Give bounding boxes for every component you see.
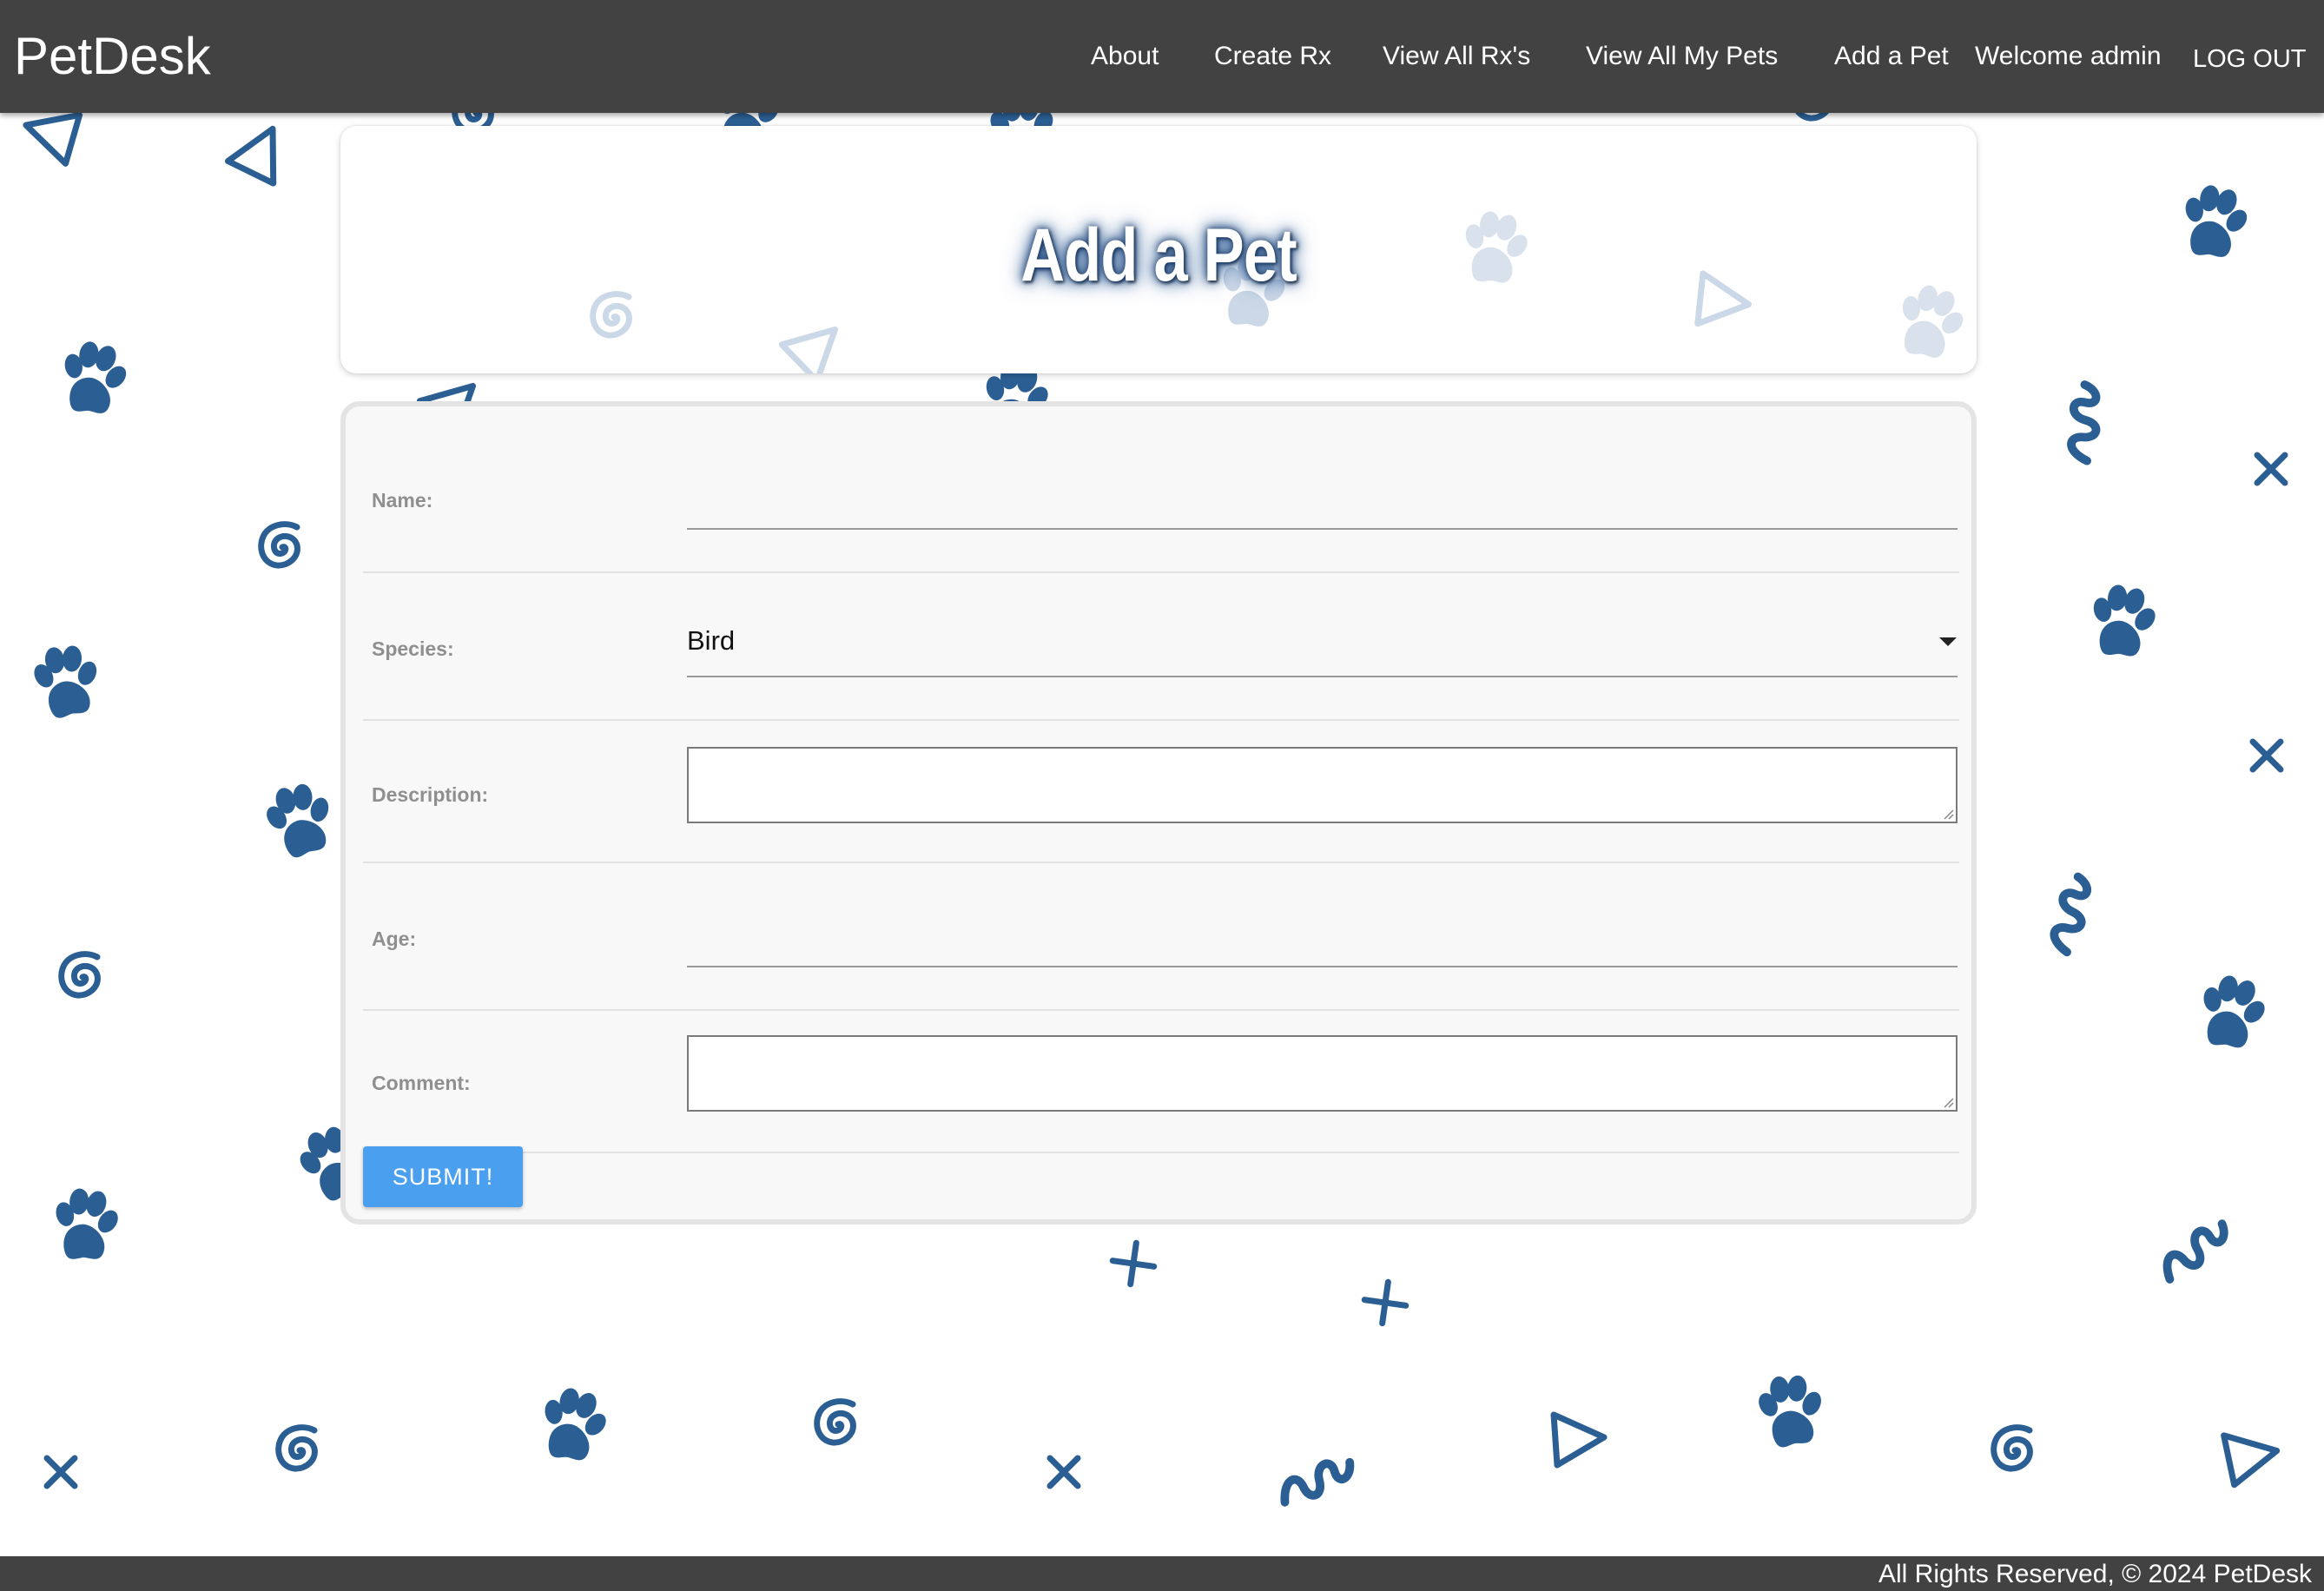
triangle-icon bbox=[779, 313, 848, 373]
x-icon bbox=[2249, 443, 2293, 495]
age-input[interactable] bbox=[687, 933, 1958, 967]
squiggle-icon bbox=[2149, 1207, 2236, 1285]
footer-copyright: All Rights Reserved, © 2024 PetDesk bbox=[1878, 1560, 2312, 1588]
species-row: Species: Bird bbox=[363, 573, 1959, 721]
paw-icon bbox=[532, 1382, 616, 1467]
comment-label: Comment: bbox=[372, 1072, 471, 1094]
logout-button[interactable]: LOG OUT bbox=[2193, 45, 2307, 74]
x-icon bbox=[39, 1446, 83, 1498]
description-textarea[interactable] bbox=[687, 747, 1958, 823]
page-title: Add a Pet bbox=[1020, 214, 1297, 297]
paw-icon bbox=[54, 336, 135, 419]
species-underline bbox=[687, 676, 1958, 677]
spiral-icon bbox=[248, 512, 317, 582]
squiggle-icon bbox=[2050, 373, 2110, 469]
x-icon bbox=[2245, 729, 2288, 782]
plus-icon bbox=[1359, 1277, 1411, 1329]
plus-icon bbox=[1107, 1238, 1159, 1290]
name-input[interactable] bbox=[687, 493, 1958, 528]
squiggle-icon bbox=[2037, 864, 2097, 960]
description-label: Description: bbox=[372, 783, 489, 806]
triangle-icon bbox=[224, 118, 294, 188]
x-icon bbox=[1042, 1446, 1086, 1498]
spiral-icon bbox=[48, 942, 117, 1012]
comment-textarea[interactable] bbox=[687, 1035, 1958, 1112]
caret-down-icon bbox=[1939, 637, 1957, 646]
paw-icon bbox=[2191, 969, 2274, 1054]
triangle-icon bbox=[2210, 1416, 2288, 1494]
resize-grip-icon[interactable] bbox=[1942, 1096, 1954, 1108]
nav-link-add-pet[interactable]: Add a Pet bbox=[1834, 42, 1949, 71]
species-select[interactable]: Bird bbox=[363, 608, 1959, 677]
spiral-icon bbox=[265, 1416, 334, 1485]
add-pet-form: Name: Species: Bird Description: Age: Co… bbox=[340, 401, 1977, 1225]
name-underline bbox=[687, 528, 1958, 530]
paw-icon bbox=[257, 776, 344, 863]
paw-icon bbox=[27, 640, 107, 722]
page-header-card: Add a Pet bbox=[340, 126, 1977, 373]
name-label: Name: bbox=[372, 489, 433, 512]
spiral-icon bbox=[803, 1390, 873, 1459]
name-row: Name: bbox=[363, 406, 1959, 573]
paw-icon bbox=[2175, 180, 2256, 263]
nav-link-view-all-pets[interactable]: View All My Pets bbox=[1586, 42, 1778, 71]
spiral-icon bbox=[1980, 1416, 2050, 1485]
age-label: Age: bbox=[372, 928, 417, 950]
brand-logo[interactable]: PetDesk bbox=[14, 26, 211, 86]
age-row: Age: bbox=[363, 863, 1959, 1011]
triangle-icon bbox=[1537, 1398, 1615, 1476]
paw-icon bbox=[1753, 1370, 1830, 1450]
description-row: Description: bbox=[363, 721, 1959, 863]
paw-icon bbox=[2083, 580, 2163, 662]
nav-link-view-all-rx[interactable]: View All Rx's bbox=[1383, 42, 1530, 71]
comment-row: Comment: bbox=[363, 1011, 1959, 1153]
top-navbar: PetDesk About Create Rx View All Rx's Vi… bbox=[0, 0, 2324, 113]
resize-grip-icon[interactable] bbox=[1942, 808, 1954, 820]
submit-button[interactable]: SUBMIT! bbox=[363, 1146, 523, 1207]
paw-icon bbox=[49, 1185, 125, 1264]
paw-icon bbox=[1888, 278, 1974, 366]
page-footer: All Rights Reserved, © 2024 PetDesk bbox=[0, 1556, 2324, 1591]
species-selected-value: Bird bbox=[687, 625, 736, 656]
squiggle-icon bbox=[1272, 1442, 1359, 1511]
welcome-user-text: Welcome admin bbox=[1975, 42, 2162, 70]
age-underline bbox=[687, 966, 1958, 967]
nav-link-about[interactable]: About bbox=[1091, 42, 1159, 71]
nav-link-create-rx[interactable]: Create Rx bbox=[1214, 42, 1331, 71]
